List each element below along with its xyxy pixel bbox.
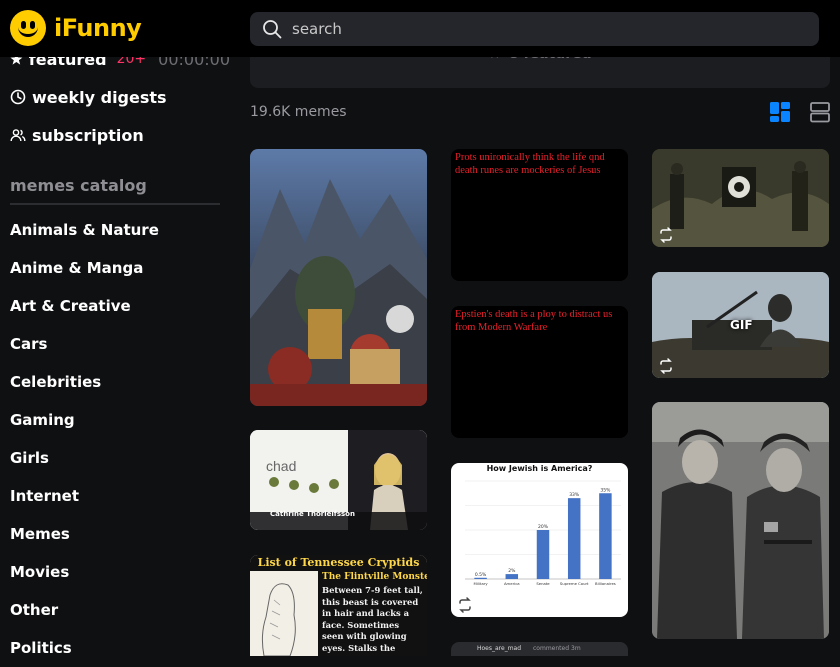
chart-category-label: Senate bbox=[536, 581, 550, 586]
category-art-creative[interactable]: Art & Creative bbox=[0, 287, 230, 325]
category-girls[interactable]: Girls bbox=[0, 439, 230, 477]
category-movies[interactable]: Movies bbox=[0, 553, 230, 591]
comment-user: Hoes_are_mad bbox=[477, 645, 522, 652]
meme-caption: Cathrine Thorleifsson bbox=[270, 510, 355, 518]
meme-card[interactable] bbox=[250, 149, 427, 406]
chart-category-label: America bbox=[504, 581, 520, 586]
meme-card[interactable]: How Jewish is America? 0.5% Military 2% Ame… bbox=[451, 463, 628, 617]
repost-icon[interactable] bbox=[457, 597, 473, 613]
chart-category-label: Military bbox=[474, 581, 489, 586]
meme-image bbox=[250, 149, 427, 406]
meme-card[interactable]: Hoes_are_mad commented 3m bbox=[451, 642, 628, 656]
category-memes[interactable]: Memes bbox=[0, 515, 230, 553]
meme-subtitle: The Flintville Monster bbox=[318, 571, 427, 584]
view-toggle bbox=[769, 101, 831, 123]
grid-view-icon[interactable] bbox=[769, 101, 791, 123]
meme-text: Epstien's death is a ploy to distract us… bbox=[455, 309, 613, 333]
meme-text: Prots unironically think the life qnd de… bbox=[455, 152, 605, 176]
sidebar-item-label: weekly digests bbox=[32, 87, 167, 107]
catalog-title: memes catalog bbox=[10, 176, 220, 205]
category-list: Animals & Nature Anime & Manga Art & Cre… bbox=[0, 211, 230, 667]
category-gaming[interactable]: Gaming bbox=[0, 401, 230, 439]
chart-data-label: 2% bbox=[508, 568, 516, 574]
category-anime-manga[interactable]: Anime & Manga bbox=[0, 249, 230, 287]
chart-data-label: 20% bbox=[538, 524, 549, 530]
chart-bar bbox=[474, 577, 487, 579]
chart-bar bbox=[505, 574, 519, 579]
meme-body: Between 7-9 feet tall, this beast is cov… bbox=[318, 584, 427, 656]
meme-card[interactable]: Epstien's death is a ploy to distract us… bbox=[451, 306, 628, 438]
search-icon bbox=[263, 20, 282, 39]
category-internet[interactable]: Internet bbox=[0, 477, 230, 515]
category-politics[interactable]: Politics bbox=[0, 629, 230, 667]
sidebar: featured 20+ 00:00:00 weekly digests sub… bbox=[0, 40, 230, 667]
comment-time: 3m bbox=[571, 645, 581, 652]
meme-card[interactable]: List of Tennessee Cryptids The Flintvill… bbox=[250, 555, 427, 656]
meme-count: 19.6K memes bbox=[250, 104, 347, 120]
meme-card[interactable]: chad Cathrine Thorleifsson bbox=[250, 430, 427, 530]
category-cars[interactable]: Cars bbox=[0, 325, 230, 363]
meme-title: List of Tennessee Cryptids bbox=[250, 555, 427, 571]
ifunny-logo[interactable]: iFunny bbox=[10, 10, 142, 46]
chart-data-label: 33% bbox=[569, 492, 580, 498]
meme-card[interactable] bbox=[652, 149, 829, 247]
category-animals-nature[interactable]: Animals & Nature bbox=[0, 211, 230, 249]
chart-category-label: Supreme Court bbox=[560, 581, 589, 586]
chart-title: How Jewish is America? bbox=[486, 464, 593, 473]
top-bar: iFunny bbox=[0, 0, 840, 57]
search-bar[interactable] bbox=[250, 12, 819, 46]
meme-card[interactable] bbox=[652, 402, 829, 639]
chart-data-label: 35% bbox=[600, 487, 611, 493]
logo-text: iFunny bbox=[54, 14, 142, 42]
meme-image bbox=[652, 149, 829, 247]
comment-action: commented bbox=[533, 645, 570, 652]
list-view-icon[interactable] bbox=[809, 101, 831, 123]
chart-bar bbox=[599, 493, 612, 579]
chart-data-label: 0.5% bbox=[475, 572, 487, 578]
sidebar-item-weekly-digests[interactable]: weekly digests bbox=[0, 78, 230, 116]
users-icon bbox=[10, 129, 26, 142]
repost-icon[interactable] bbox=[658, 227, 674, 243]
gif-badge: GIF bbox=[730, 318, 753, 332]
category-celebrities[interactable]: Celebrities bbox=[0, 363, 230, 401]
category-other[interactable]: Other bbox=[0, 591, 230, 629]
sidebar-item-label: subscription bbox=[32, 125, 144, 145]
chart-category-label: Billionaires bbox=[595, 581, 616, 586]
bar-chart: 0.5% Military 2% America 20% Senate 33% Supreme… bbox=[465, 480, 621, 586]
chart-bar bbox=[567, 498, 581, 579]
sidebar-item-subscription[interactable]: subscription bbox=[0, 116, 230, 154]
search-input[interactable] bbox=[292, 20, 792, 38]
clock-icon bbox=[10, 89, 26, 105]
chart-bar bbox=[536, 530, 550, 579]
repost-icon[interactable] bbox=[658, 358, 674, 374]
meme-card[interactable]: GIF bbox=[652, 272, 829, 378]
meme-word: chad bbox=[266, 458, 297, 474]
smiley-logo-icon bbox=[10, 10, 46, 46]
meme-image bbox=[652, 402, 829, 639]
meme-card[interactable]: Prots unironically think the life qnd de… bbox=[451, 149, 628, 281]
